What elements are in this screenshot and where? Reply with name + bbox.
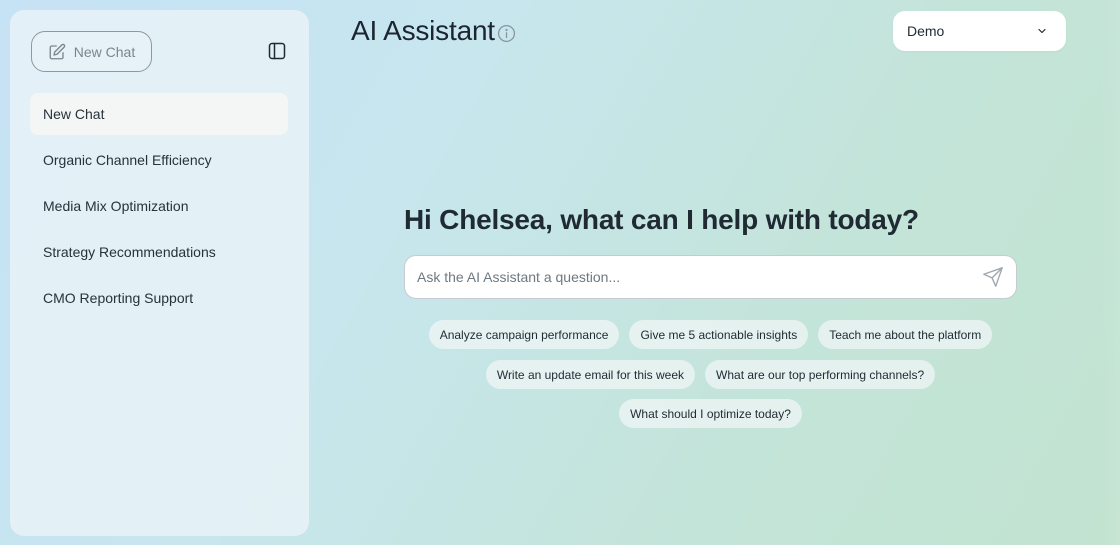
chat-history-list: New Chat Organic Channel Efficiency Medi… <box>30 93 288 323</box>
send-icon[interactable] <box>982 266 1004 288</box>
sidebar-item-cmo-reporting-support[interactable]: CMO Reporting Support <box>30 277 288 319</box>
new-chat-button[interactable]: New Chat <box>31 31 152 72</box>
sidebar-toggle-icon[interactable] <box>267 41 287 61</box>
sidebar-item-label: New Chat <box>43 106 105 122</box>
chevron-down-icon <box>1038 28 1046 34</box>
suggestion-row: What should I optimize today? <box>404 399 1017 428</box>
edit-icon <box>49 43 66 59</box>
sidebar-item-strategy-recommendations[interactable]: Strategy Recommendations <box>30 231 288 273</box>
sidebar-item-label: CMO Reporting Support <box>43 290 194 306</box>
info-icon[interactable] <box>497 24 516 43</box>
ask-input[interactable] <box>417 269 982 285</box>
suggestion-row: Write an update email for this week What… <box>404 360 1017 389</box>
workspace-dropdown[interactable]: Demo <box>893 11 1066 51</box>
greeting-heading: Hi Chelsea, what can I help with today? <box>404 204 919 235</box>
suggestion-chip[interactable]: Teach me about the platform <box>818 320 993 349</box>
sidebar-item-organic-channel-efficiency[interactable]: Organic Channel Efficiency <box>30 139 288 181</box>
sidebar-item-new-chat[interactable]: New Chat <box>30 93 288 135</box>
suggestion-chip[interactable]: Write an update email for this week <box>485 360 696 389</box>
suggestion-chip[interactable]: Give me 5 actionable insights <box>629 320 809 349</box>
suggestion-chip[interactable]: What are our top performing channels? <box>705 360 936 389</box>
page-title: AI Assistant <box>351 15 495 46</box>
sidebar-item-label: Strategy Recommendations <box>43 244 216 260</box>
sidebar-item-label: Media Mix Optimization <box>43 198 189 214</box>
suggestion-chip[interactable]: What should I optimize today? <box>619 399 802 428</box>
window-edge <box>1100 0 1120 545</box>
dropdown-value: Demo <box>907 23 945 39</box>
sidebar-item-label: Organic Channel Efficiency <box>43 152 212 168</box>
suggestion-row: Analyze campaign performance Give me 5 a… <box>404 320 1017 349</box>
sidebar-item-media-mix-optimization[interactable]: Media Mix Optimization <box>30 185 288 227</box>
suggestion-chip[interactable]: Analyze campaign performance <box>428 320 620 349</box>
ask-box <box>404 255 1017 299</box>
new-chat-label: New Chat <box>73 43 136 60</box>
sidebar: New Chat New Chat Organic Channel Effici… <box>10 10 309 536</box>
